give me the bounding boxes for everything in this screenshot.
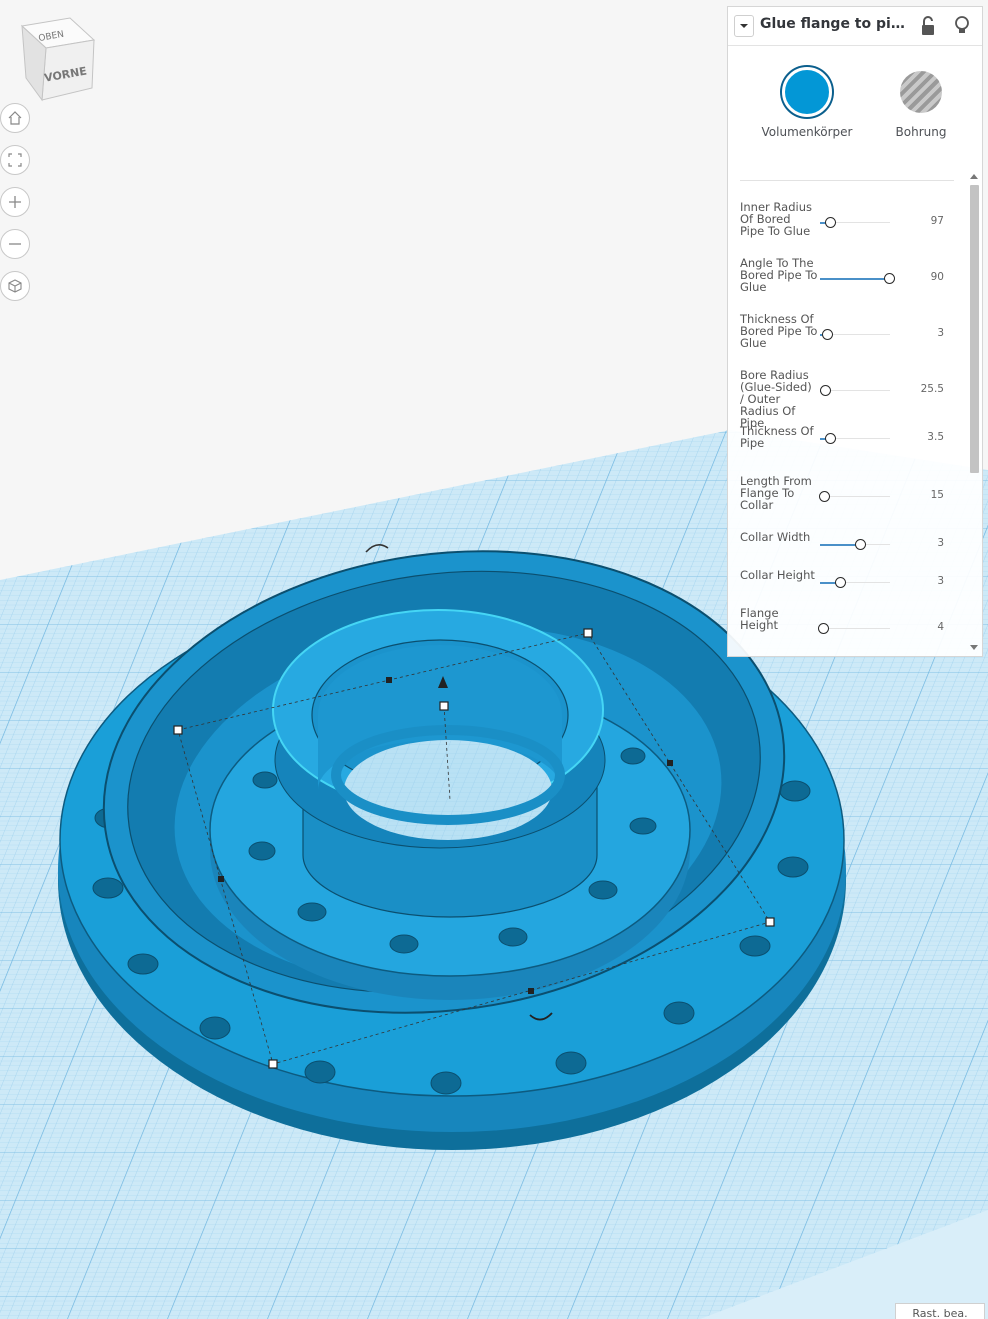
param-label: Angle To The Bored Pipe To Glue (740, 256, 818, 294)
shape-title[interactable]: Glue flange to pipe ... (760, 16, 910, 32)
param-slider-track[interactable] (820, 495, 890, 498)
hole-label: Bohrung (895, 125, 947, 139)
minus-icon (9, 243, 21, 245)
lock-button[interactable] (919, 16, 937, 40)
inspector-header: Glue flange to pipe ... (728, 7, 982, 46)
param-value[interactable]: 15 (910, 489, 944, 501)
param-label: Thickness Of Bored Pipe To Glue (740, 312, 818, 350)
perspective-button[interactable] (0, 271, 30, 301)
scroll-down-arrow-icon[interactable] (970, 645, 978, 650)
unlock-icon (922, 16, 934, 35)
view-cube[interactable]: OBEN VORNE (18, 16, 98, 106)
grid-edit-button[interactable]: Rast. bea. (895, 1303, 985, 1319)
param-slider-fill (820, 543, 860, 546)
param-slider-knob[interactable] (835, 577, 846, 588)
hole-type-option[interactable]: Bohrung (866, 67, 976, 139)
param-label: Flange Height (740, 606, 779, 632)
visibility-button[interactable] (953, 15, 971, 41)
param-value[interactable]: 97 (910, 215, 944, 227)
param-label: Collar Width (740, 530, 811, 544)
cube-view-icon (8, 279, 22, 293)
param-label: Collar Height (740, 568, 815, 582)
scroll-thumb[interactable] (970, 185, 979, 473)
param-value[interactable]: 3 (910, 575, 944, 587)
param-value[interactable]: 4 (910, 621, 944, 633)
param-slider-knob[interactable] (822, 329, 833, 340)
collapse-dropdown-button[interactable] (734, 15, 754, 37)
param-slider-knob[interactable] (820, 385, 831, 396)
param-slider-track[interactable] (820, 277, 890, 280)
zoom-out-button[interactable] (0, 229, 30, 259)
param-slider-knob[interactable] (818, 623, 829, 634)
param-slider-knob[interactable] (825, 433, 836, 444)
param-label: Inner Radius Of Bored Pipe To Glue (740, 200, 812, 238)
panel-scrollbar[interactable] (968, 171, 980, 657)
param-slider-track[interactable] (820, 581, 890, 584)
param-value[interactable]: 3 (910, 537, 944, 549)
home-view-button[interactable] (0, 103, 30, 133)
home-icon (8, 111, 22, 125)
param-value[interactable]: 90 (910, 271, 944, 283)
divider (740, 180, 954, 181)
zoom-in-button[interactable] (0, 187, 30, 217)
param-label: Bore Radius (Glue-Sided) / Outer Radius … (740, 368, 812, 430)
chevron-down-icon (740, 24, 748, 28)
scroll-up-arrow-icon[interactable] (970, 174, 978, 179)
param-slider-knob[interactable] (819, 491, 830, 502)
solid-label: Volumenkörper (761, 125, 853, 139)
fit-view-button[interactable] (0, 145, 30, 175)
solid-swatch[interactable] (782, 67, 832, 117)
param-label: Length From Flange To Collar (740, 474, 812, 512)
param-value[interactable]: 25.5 (910, 383, 944, 395)
param-slider-fill (820, 277, 889, 280)
param-slider-knob[interactable] (825, 217, 836, 228)
param-slider-knob[interactable] (884, 273, 895, 284)
param-label: Thickness Of Pipe (740, 424, 814, 450)
3d-workspace[interactable]: OBEN VORNE Glue flange to pipe ... (0, 0, 988, 1319)
param-slider-track[interactable] (820, 627, 890, 630)
hole-swatch[interactable] (900, 71, 942, 113)
plus-icon (9, 196, 21, 208)
param-value[interactable]: 3.5 (910, 431, 944, 443)
solid-type-option[interactable]: Volumenkörper (752, 67, 862, 139)
param-slider-knob[interactable] (855, 539, 866, 550)
fit-frame-icon (8, 153, 22, 167)
param-value[interactable]: 3 (910, 327, 944, 339)
lightbulb-icon (955, 16, 969, 33)
shape-inspector-panel: Glue flange to pipe ... Volumenkörper Bo… (727, 6, 983, 657)
